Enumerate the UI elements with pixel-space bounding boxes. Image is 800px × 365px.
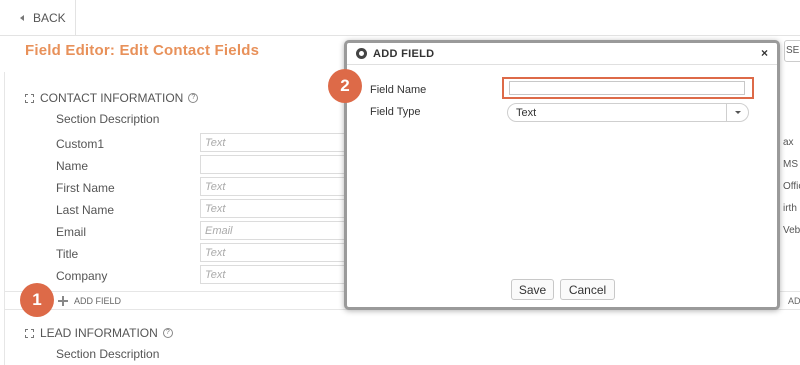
field-row-email: Email Email [56, 221, 360, 243]
modal-header: ADD FIELD × [347, 43, 777, 65]
field-label: Title [56, 247, 79, 261]
help-icon[interactable]: ? [188, 93, 199, 103]
field-label: Company [56, 269, 108, 283]
field-label: Name [56, 159, 89, 173]
field-input[interactable]: Email [200, 221, 360, 240]
top-bar: BACK [0, 0, 800, 36]
close-icon[interactable]: × [761, 46, 768, 60]
field-label: Last Name [56, 203, 115, 217]
field-name-label: Field Name [370, 84, 427, 96]
back-button[interactable]: BACK [0, 0, 76, 36]
plus-icon [58, 296, 68, 306]
contact-section-description-label: Section Description [56, 112, 160, 126]
add-field-link[interactable]: ADD FIELD [58, 296, 121, 306]
add-field-modal: ADD FIELD × Field Name Field Type Text S… [344, 40, 780, 310]
right-column-label: Vebs [783, 225, 800, 236]
field-row-custom1: Custom1 Text [56, 133, 360, 155]
lead-section-description-label: Section Description [56, 347, 160, 361]
lead-section-title: LEAD INFORMATION [40, 326, 158, 340]
chevron-left-icon [20, 15, 24, 21]
field-type-select[interactable]: Text [507, 103, 749, 122]
field-type-label: Field Type [370, 106, 421, 118]
field-row-company: Company Text [56, 265, 360, 287]
chevron-down-icon[interactable] [726, 104, 748, 121]
field-type-value: Text [516, 107, 537, 119]
page-title: Field Editor: Edit Contact Fields [25, 42, 260, 59]
field-input[interactable] [200, 155, 360, 174]
field-row-last-name: Last Name Text [56, 199, 360, 221]
right-column-label: Offic [783, 181, 800, 192]
field-label: First Name [56, 181, 115, 195]
back-label: BACK [33, 11, 66, 25]
modal-title: ADD FIELD [373, 48, 435, 60]
field-row-name: Name [56, 155, 360, 177]
expand-icon[interactable] [25, 328, 34, 338]
contact-section-title: CONTACT INFORMATION [40, 91, 184, 105]
right-column-label: ax [783, 137, 794, 148]
save-button[interactable]: Save [511, 279, 554, 300]
content-border [4, 72, 5, 365]
field-name-input[interactable] [509, 81, 745, 95]
partially-hidden-button[interactable]: SES [784, 40, 800, 62]
field-input[interactable]: Text [200, 177, 360, 196]
field-input[interactable]: Text [200, 133, 360, 152]
field-label: Email [56, 225, 87, 239]
cancel-button[interactable]: Cancel [560, 279, 615, 300]
contact-section-header[interactable]: CONTACT INFORMATION ? [25, 91, 199, 105]
field-row-title: Title Text [56, 243, 360, 265]
step-badge-2: 2 [328, 69, 362, 103]
add-field-label: ADD FIELD [74, 296, 122, 306]
field-input[interactable]: Text [200, 265, 360, 284]
field-label: Custom1 [56, 137, 105, 151]
lead-section-header[interactable]: LEAD INFORMATION ? [25, 326, 173, 340]
field-input[interactable]: Text [200, 243, 360, 262]
right-column-label: MS [783, 159, 798, 170]
field-row-first-name: First Name Text [56, 177, 360, 199]
expand-icon[interactable] [25, 93, 34, 103]
field-input[interactable]: Text [200, 199, 360, 218]
right-column-label: irth [783, 203, 797, 214]
help-icon[interactable]: ? [162, 328, 173, 338]
right-add-field-link[interactable]: AD [788, 296, 800, 306]
step-badge-1: 1 [20, 283, 54, 317]
field-name-input-highlight [502, 77, 754, 99]
app-logo-icon [356, 48, 367, 59]
